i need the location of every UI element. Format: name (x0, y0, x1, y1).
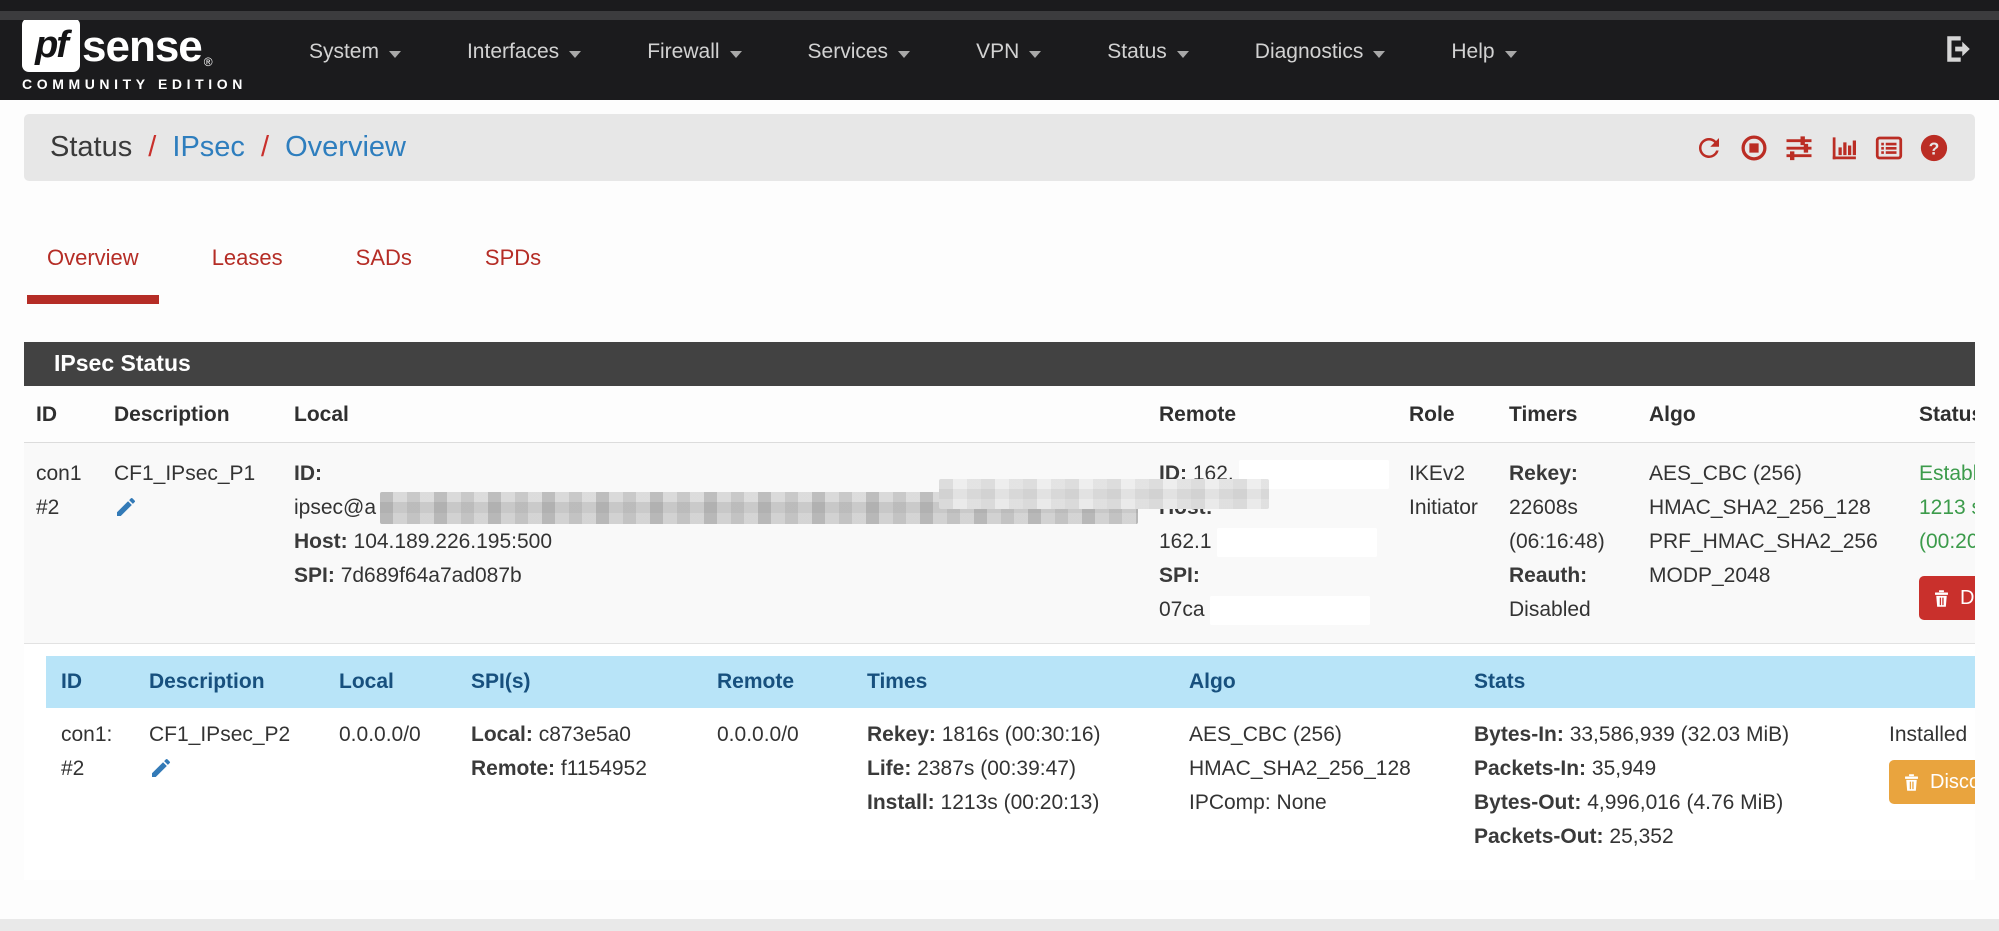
col-algo: Algo (1174, 656, 1459, 708)
cell-description: CF1_IPsec_P2 (134, 708, 324, 880)
top-navbar: pf sense ® COMMUNITY EDITION System Inte… (0, 0, 1999, 100)
window-top-strip (0, 11, 1999, 20)
col-remote: Remote (1147, 386, 1397, 442)
cell-status: Establ 1213 s (00:20 Dis (1907, 443, 1975, 643)
child-table-header: ID Description Local SPI(s) Remote Times… (46, 656, 1975, 708)
chevron-down-icon (1029, 51, 1041, 58)
cell-id: con1 #2 (24, 443, 102, 643)
stop-icon[interactable] (1739, 133, 1769, 163)
menu-help[interactable]: Help (1451, 40, 1516, 64)
logo-text: sense (82, 22, 202, 72)
col-description: Description (102, 386, 282, 442)
trash-icon (1931, 588, 1952, 609)
svg-text:?: ? (1929, 138, 1940, 158)
tab-spds[interactable]: SPDs (465, 245, 561, 304)
chevron-down-icon (898, 51, 910, 58)
pfsense-logo[interactable]: pf sense ® COMMUNITY EDITION (22, 18, 247, 92)
sliders-icon[interactable] (1784, 133, 1814, 163)
redaction-box (1210, 596, 1370, 625)
ike-table-row: con1 #2 CF1_IPsec_P1 ID: ipsec@a Host: 1… (24, 442, 1975, 644)
menu-status[interactable]: Status (1107, 40, 1189, 64)
edit-icon[interactable] (149, 756, 173, 780)
breadcrumb-bar: Status / IPsec / Overview ? (24, 114, 1975, 181)
chevron-down-icon (1177, 51, 1189, 58)
cell-description: CF1_IPsec_P1 (102, 443, 282, 643)
page-action-icons: ? (1694, 133, 1949, 163)
disconnect-button[interactable]: Dis (1919, 576, 1975, 620)
breadcrumb-link-ipsec[interactable]: IPsec (172, 131, 245, 163)
chevron-down-icon (730, 51, 742, 58)
status-established: Establ (1919, 457, 1975, 491)
col-status: Status (1907, 386, 1975, 442)
cell-algo: AES_CBC (256) HMAC_SHA2_256_128 IPComp: … (1174, 708, 1459, 880)
cell-stats: Bytes-In: 33,586,939 (32.03 MiB) Packets… (1459, 708, 1874, 880)
cell-remote: 0.0.0.0/0 (702, 708, 852, 880)
edit-icon[interactable] (114, 495, 138, 519)
cell-local: ID: ipsec@a Host: 104.189.226.195:500 SP… (282, 443, 1147, 643)
col-stats: Stats (1459, 656, 1874, 708)
col-local: Local (282, 386, 1147, 442)
col-spis: SPI(s) (456, 656, 702, 708)
logo-subtitle: COMMUNITY EDITION (22, 76, 247, 92)
bar-chart-icon[interactable] (1829, 133, 1859, 163)
col-id: ID (24, 386, 102, 442)
col-id: ID (46, 656, 134, 708)
cell-status: Installed Disco (1874, 708, 1975, 880)
menu-services[interactable]: Services (808, 40, 911, 64)
menu-vpn[interactable]: VPN (976, 40, 1041, 64)
chevron-down-icon (389, 51, 401, 58)
pf-logo-mark: pf (22, 18, 80, 72)
col-times: Times (852, 656, 1174, 708)
ipsec-status-panel: IPsec Status ID Description Local Remote… (24, 342, 1975, 880)
cell-algo: AES_CBC (256) HMAC_SHA2_256_128 PRF_HMAC… (1637, 443, 1907, 643)
cell-spis: Local: c873e5a0 Remote: f1154952 (456, 708, 702, 880)
menu-system[interactable]: System (309, 40, 401, 64)
breadcrumb-separator: / (253, 131, 277, 163)
breadcrumb-link-overview[interactable]: Overview (285, 131, 406, 163)
redaction-box (1217, 528, 1377, 557)
menu-interfaces[interactable]: Interfaces (467, 40, 581, 64)
chevron-down-icon (1505, 51, 1517, 58)
col-algo: Algo (1637, 386, 1907, 442)
refresh-icon[interactable] (1694, 133, 1724, 163)
menu-diagnostics[interactable]: Diagnostics (1255, 40, 1386, 64)
tab-sads[interactable]: SADs (336, 245, 432, 304)
registered-mark: ® (204, 55, 213, 72)
cell-id: con1: #2 (46, 708, 134, 880)
child-sa-section: ID Description Local SPI(s) Remote Times… (24, 644, 1975, 880)
list-icon[interactable] (1874, 133, 1904, 163)
cell-remote: ID: 162. Host: 162.1 SPI: 07ca (1147, 443, 1397, 643)
ike-table-header: ID Description Local Remote Role Timers … (24, 386, 1975, 442)
tab-leases[interactable]: Leases (192, 245, 303, 304)
tab-overview[interactable]: Overview (27, 245, 159, 304)
status-installed: Installed (1889, 718, 1975, 752)
chevron-down-icon (1373, 51, 1385, 58)
breadcrumb-section: Status (50, 131, 132, 163)
logout-icon[interactable] (1943, 32, 1977, 66)
breadcrumb-separator: / (140, 131, 164, 163)
menu-firewall[interactable]: Firewall (647, 40, 741, 64)
disconnect-button[interactable]: Disco (1889, 760, 1975, 804)
col-remote: Remote (702, 656, 852, 708)
cell-timers: Rekey: 22608s (06:16:48) Reauth: Disable… (1497, 443, 1637, 643)
cell-local: 0.0.0.0/0 (324, 708, 456, 880)
child-table-row: con1: #2 CF1_IPsec_P2 0.0.0.0/0 Local: c… (46, 708, 1975, 880)
col-description: Description (134, 656, 324, 708)
panel-title: IPsec Status (24, 342, 1975, 386)
col-local: Local (324, 656, 456, 708)
col-role: Role (1397, 386, 1497, 442)
redaction-blur (939, 479, 1269, 509)
subnav-tabs: Overview Leases SADs SPDs (0, 245, 1999, 304)
cell-role: IKEv2 Initiator (1397, 443, 1497, 643)
cell-times: Rekey: 1816s (00:30:16) Life: 2387s (00:… (852, 708, 1174, 880)
main-menu: System Interfaces Firewall Services VPN … (309, 40, 1517, 64)
help-icon[interactable]: ? (1919, 133, 1949, 163)
col-timers: Timers (1497, 386, 1637, 442)
window-bottom-strip (0, 919, 1999, 931)
chevron-down-icon (569, 51, 581, 58)
breadcrumb: Status / IPsec / Overview (50, 131, 406, 164)
trash-icon (1901, 772, 1922, 793)
